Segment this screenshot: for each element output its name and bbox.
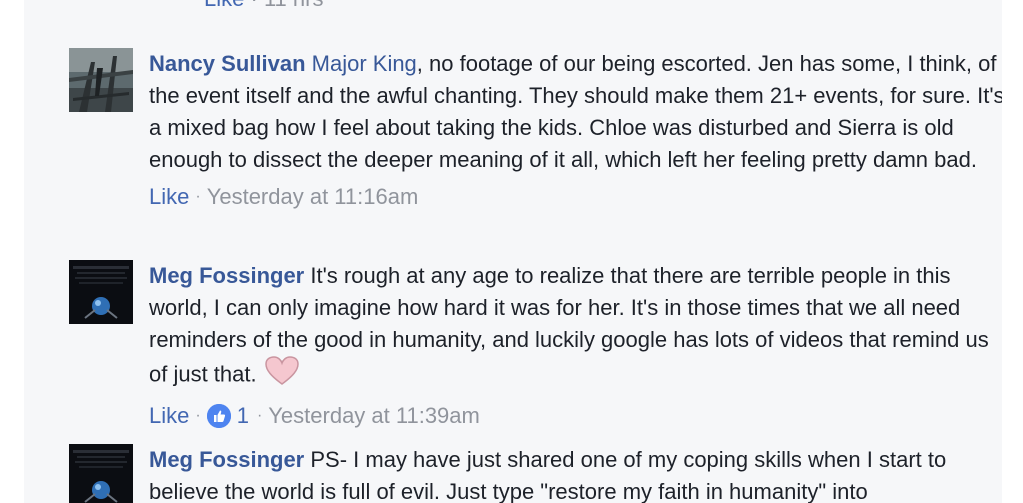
comment-actions: Like · Yesterday at 11:16am [149,182,1002,212]
comment-timestamp[interactable]: 11 hrs [264,0,324,11]
like-link[interactable]: Like [204,0,244,11]
like-link[interactable]: Like [149,182,189,212]
like-reaction-icon[interactable] [206,404,231,428]
avatar-photo-icon [69,48,133,112]
comment-author[interactable]: Meg Fossinger [149,263,304,288]
avatar[interactable] [69,260,133,324]
comment-text: Meg Fossinger PS- I may have just shared… [149,444,1002,503]
comment-actions: Like · 1 · Yesterday at 11:39am [149,401,1002,431]
avatar-photo-icon [69,260,133,324]
mention-link[interactable]: Major King [312,51,417,76]
like-link[interactable]: Like [149,401,189,431]
reaction-count[interactable]: 1 [237,401,249,431]
comment-text: Meg Fossinger It's rough at any age to r… [149,260,1002,395]
previous-comment-actions: Like · 11 hrs [204,0,323,12]
comment-body: Meg Fossinger PS- I may have just shared… [149,444,1002,503]
left-gutter [0,0,24,503]
avatar[interactable] [69,444,133,503]
comment-author[interactable]: Meg Fossinger [149,447,304,472]
scrollbar-track[interactable] [1002,0,1023,503]
comment-body: Nancy Sullivan Major King, no footage of… [149,48,1002,212]
pink-heart-icon [264,356,299,395]
comment-text: Nancy Sullivan Major King, no footage of… [149,48,1002,176]
separator-dot: · [250,0,263,11]
comment-timestamp[interactable]: Yesterday at 11:39am [268,401,480,431]
separator-dot: · [195,188,201,205]
comments-panel: Like · 11 hrs Nancy Sullivan Major King,… [24,0,1002,503]
comment-author[interactable]: Nancy Sullivan [149,51,306,76]
avatar-photo-icon [69,444,133,503]
comment-timestamp[interactable]: Yesterday at 11:16am [207,182,419,212]
separator-dot: · [256,407,263,424]
separator-dot: · [195,407,201,424]
avatar[interactable] [69,48,133,112]
comment-body: Meg Fossinger It's rough at any age to r… [149,260,1002,431]
